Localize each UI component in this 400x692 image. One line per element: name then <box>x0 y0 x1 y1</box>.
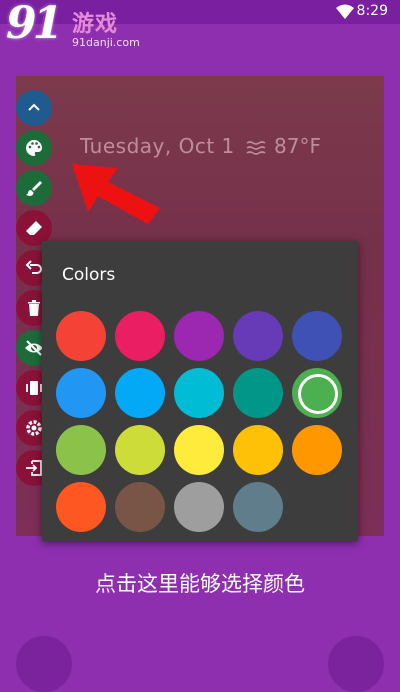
color-swatch[interactable] <box>233 425 283 475</box>
color-swatch[interactable] <box>233 311 283 361</box>
colors-button[interactable] <box>16 130 52 166</box>
color-swatch[interactable] <box>56 482 106 532</box>
palette-icon <box>26 140 43 156</box>
color-swatch[interactable] <box>56 311 106 361</box>
color-swatch[interactable] <box>292 311 342 361</box>
color-swatch[interactable] <box>233 368 283 418</box>
watermark-number: 91 <box>6 0 63 49</box>
color-swatch[interactable] <box>115 311 165 361</box>
watermark-url: 91danji.com <box>72 36 140 49</box>
color-swatch[interactable] <box>292 368 342 418</box>
eye-off-icon <box>25 340 43 356</box>
colors-panel: Colors <box>42 241 358 541</box>
vibrate-icon <box>26 381 42 395</box>
caption-text: 点击这里能够选择颜色 <box>95 572 305 596</box>
watermark-logo: 91 游戏 91danji.com <box>4 0 164 52</box>
eraser-icon <box>26 221 42 235</box>
brush-button[interactable] <box>16 170 52 206</box>
haze-icon <box>246 141 266 155</box>
temperature-text: 87°F <box>274 134 321 158</box>
color-swatch[interactable] <box>174 425 224 475</box>
color-swatch[interactable] <box>233 482 283 532</box>
color-swatch[interactable] <box>56 425 106 475</box>
color-swatch[interactable] <box>115 482 165 532</box>
colors-panel-title: Colors <box>62 265 116 285</box>
color-swatch[interactable] <box>174 368 224 418</box>
color-swatch[interactable] <box>115 425 165 475</box>
color-swatch[interactable] <box>174 311 224 361</box>
collapse-button[interactable] <box>16 90 52 126</box>
pointer-arrow-icon <box>72 164 160 224</box>
color-swatch[interactable] <box>292 425 342 475</box>
watermark-title: 游戏 <box>72 12 119 37</box>
previous-button[interactable] <box>16 636 72 692</box>
brush-icon <box>26 181 42 196</box>
color-swatch[interactable] <box>174 482 224 532</box>
color-swatch[interactable] <box>56 368 106 418</box>
date-text: Tuesday, Oct 1 <box>80 134 235 158</box>
trash-icon <box>28 300 40 316</box>
next-button[interactable] <box>328 636 384 692</box>
status-time: 8:29 <box>356 3 388 19</box>
gear-icon <box>26 420 42 436</box>
chevron-up-icon <box>28 103 40 111</box>
wifi-icon <box>336 4 354 19</box>
exit-icon <box>26 460 42 476</box>
color-swatch[interactable] <box>115 368 165 418</box>
undo-icon <box>25 260 42 274</box>
